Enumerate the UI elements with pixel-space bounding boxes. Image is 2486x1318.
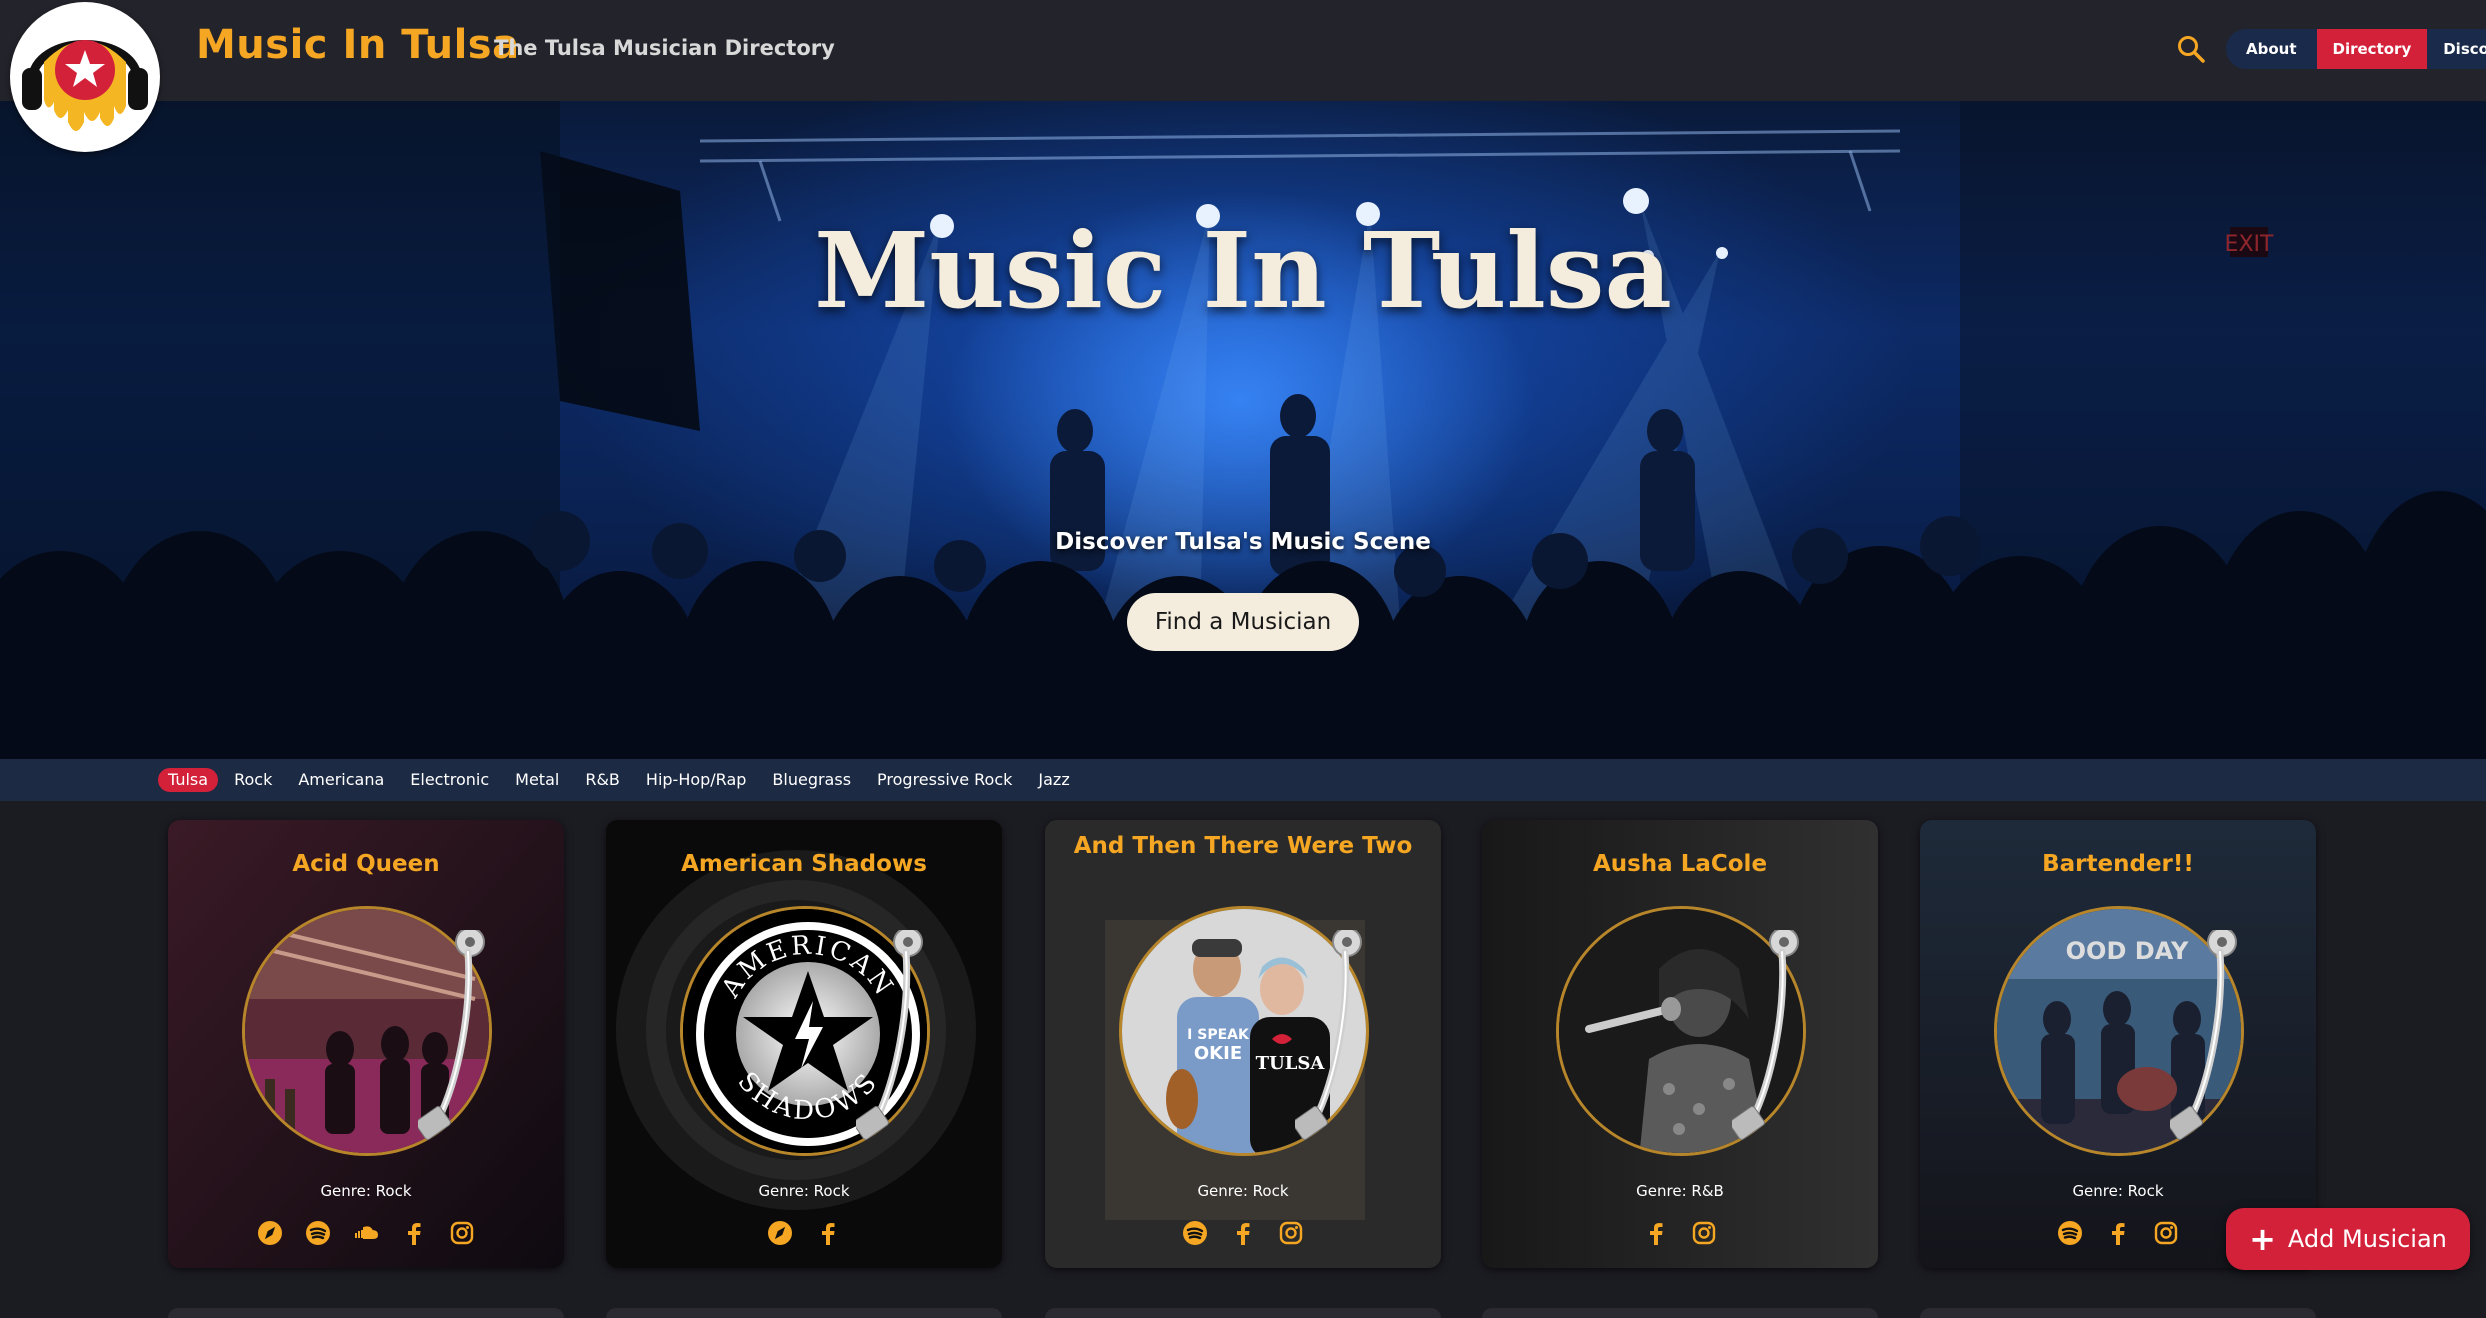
nav-directory[interactable]: Directory [2316,29,2428,69]
tonearm-graphic [856,930,936,1160]
card-partial [168,1308,564,1318]
svg-text:I SPEAK: I SPEAK [1187,1027,1250,1043]
musician-name: And Then There Were Two [1073,833,1413,859]
musician-genre: Genre: R&B [1636,1182,1724,1200]
tonearm-graphic [1295,930,1375,1160]
musician-genre: Genre: Rock [2072,1182,2164,1200]
filter-chip-jazz[interactable]: Jazz [1028,768,1079,792]
filter-chip-tulsa[interactable]: Tulsa [158,768,219,792]
filter-chip-progressive-rock[interactable]: Progressive Rock [867,768,1022,792]
add-musician-button[interactable]: + Add Musician [2226,1208,2470,1270]
find-musician-button[interactable]: Find a Musician [1127,593,1359,651]
musician-name: Ausha LaCole [1592,851,1768,877]
facebook-icon[interactable] [401,1220,427,1246]
compass-icon[interactable] [257,1220,283,1246]
spotify-icon[interactable] [305,1220,331,1246]
filter-chip-electronic[interactable]: Electronic [400,768,499,792]
instagram-icon[interactable] [1278,1220,1304,1246]
hero-banner: EXIT Music In Tulsa Discover Tulsa's Mus… [0,101,2486,759]
spotify-icon[interactable] [2057,1220,2083,1246]
site-header: Music In Tulsa The Tulsa Musician Direct… [0,0,2486,101]
facebook-icon[interactable] [815,1220,841,1246]
soundcloud-icon[interactable] [353,1220,379,1246]
brand-name[interactable]: Music In Tulsa [196,22,520,68]
musician-name: American Shadows [681,851,927,877]
hero-subtitle: Discover Tulsa's Music Scene [1055,529,1431,555]
compass-icon[interactable] [767,1220,793,1246]
filter-chip-hiphop[interactable]: Hip-Hop/Rap [636,768,757,792]
musician-card-bartender[interactable]: Bartender!! OOD DAY Genre: Rock [1920,820,2316,1268]
card-partial [1920,1308,2316,1318]
card-partial [1482,1308,1878,1318]
concert-photo: EXIT [0,101,2486,759]
tonearm-graphic [418,930,498,1160]
musician-genre: Genre: Rock [758,1182,850,1200]
facebook-icon[interactable] [1643,1220,1669,1246]
filter-chip-metal[interactable]: Metal [505,768,569,792]
site-tagline: The Tulsa Musician Directory [494,36,835,60]
svg-text:OKIE: OKIE [1194,1043,1242,1064]
card-partial [606,1308,1002,1318]
musician-name: Acid Queen [292,851,440,877]
main-nav: About Directory Discover [2226,29,2486,69]
musician-card-ausha-lacole[interactable]: Ausha LaCole Genre: R&B [1482,820,1878,1268]
filter-chip-rnb[interactable]: R&B [575,768,630,792]
nav-discover[interactable]: Discover [2427,29,2486,69]
musician-genre: Genre: Rock [320,1182,412,1200]
musician-card-acid-queen[interactable]: Acid Queen Genre: Rock [168,820,564,1268]
hero-title: Music In Tulsa [814,209,1672,332]
search-icon[interactable] [2176,34,2206,64]
card-partial [1045,1308,1441,1318]
facebook-icon[interactable] [1230,1220,1256,1246]
filter-chip-bluegrass[interactable]: Bluegrass [762,768,861,792]
genre-filter-bar: Tulsa Rock Americana Electronic Metal R&… [0,759,2486,801]
filter-chip-americana[interactable]: Americana [288,768,394,792]
plus-icon: + [2249,1220,2276,1258]
musician-genre: Genre: Rock [1197,1182,1289,1200]
instagram-icon[interactable] [1691,1220,1717,1246]
site-logo[interactable] [10,2,160,152]
instagram-icon[interactable] [2153,1220,2179,1246]
tonearm-graphic [1732,930,1812,1160]
musician-card-american-shadows[interactable]: American Shadows AMERICAN SHADOWS Genre:… [606,820,1002,1268]
instagram-icon[interactable] [449,1220,475,1246]
spotify-icon[interactable] [1182,1220,1208,1246]
musician-name: Bartender!! [2042,851,2194,877]
musician-card-and-then-there-were-two[interactable]: And Then There Were Two I SPEAK OKIE TUL… [1045,820,1441,1268]
nav-about[interactable]: About [2226,29,2317,69]
facebook-icon[interactable] [2105,1220,2131,1246]
filter-chip-rock[interactable]: Rock [224,768,282,792]
tonearm-graphic [2170,930,2250,1160]
add-musician-label: Add Musician [2287,1225,2447,1253]
